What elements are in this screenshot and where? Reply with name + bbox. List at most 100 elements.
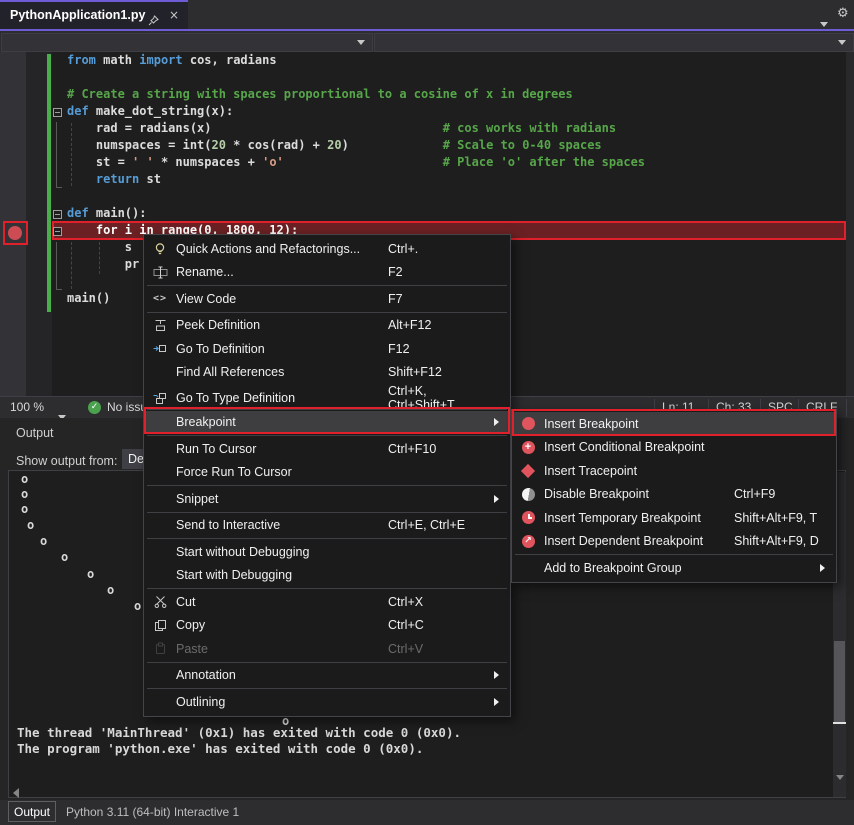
output-dot: o	[87, 568, 94, 580]
scrollbar-thumb[interactable]	[834, 641, 845, 723]
menu-separator	[147, 285, 507, 286]
zoom-level[interactable]: 100 %	[10, 397, 44, 418]
code-line[interactable]: numspaces = int(20 * cos(rad) + 20) # Sc…	[67, 138, 645, 155]
menu-item-start-with-debugging[interactable]: Start with Debugging	[144, 564, 510, 588]
menu-item-shortcut: Ctrl+.	[388, 242, 494, 256]
code-line[interactable]: st = ' ' * numspaces + 'o' # Place 'o' a…	[67, 155, 645, 172]
output-dot: o	[40, 535, 47, 547]
menu-item-insert-dependent-breakpoint[interactable]: ↗Insert Dependent BreakpointShift+Alt+F9…	[512, 530, 836, 554]
code-line[interactable]	[67, 70, 645, 87]
menu-item-shortcut: F12	[388, 342, 494, 356]
menu-item-label: Insert Conditional Breakpoint	[544, 440, 734, 454]
chevron-down-icon	[838, 40, 846, 45]
menu-item-shortcut: Ctrl+X	[388, 595, 494, 609]
menu-item-peek-definition[interactable]: Peek DefinitionAlt+F12	[144, 314, 510, 338]
outline-collapse-icon[interactable]	[53, 210, 62, 219]
outline-collapse-icon[interactable]	[53, 227, 62, 236]
menu-item-label: Snippet	[176, 492, 388, 506]
bp-cond-icon: +	[522, 441, 535, 454]
menu-item-insert-conditional-breakpoint[interactable]: + Insert Conditional Breakpoint	[512, 436, 836, 460]
menu-item-label: Start without Debugging	[176, 545, 388, 559]
viewcode-icon: <>	[153, 293, 167, 304]
menu-item-annotation[interactable]: Annotation	[144, 664, 510, 688]
cut-icon	[154, 595, 167, 608]
bp-trace-icon	[523, 466, 533, 476]
menu-item-force-run-to-cursor[interactable]: Force Run To Cursor	[144, 461, 510, 485]
document-tab[interactable]: PythonApplication1.py ×	[0, 2, 188, 29]
outline-bracket-hook	[56, 289, 62, 290]
code-line[interactable]: rad = radians(x) # cos works with radian…	[67, 121, 645, 138]
menu-item-label: Send to Interactive	[176, 518, 388, 532]
output-dot: o	[107, 584, 114, 596]
output-dot: o	[134, 600, 141, 612]
close-tab-icon[interactable]: ×	[169, 2, 179, 29]
menu-item-find-all-references[interactable]: Find All ReferencesShift+F12	[144, 361, 510, 385]
menu-item-disable-breakpoint[interactable]: Disable BreakpointCtrl+F9	[512, 483, 836, 507]
menu-item-insert-temporary-breakpoint[interactable]: Insert Temporary BreakpointShift+Alt+F9,…	[512, 506, 836, 530]
code-line[interactable]: # Create a string with spaces proportion…	[67, 87, 645, 104]
menu-item-copy[interactable]: CopyCtrl+C	[144, 614, 510, 638]
annotation-box-breakpoint-glyph	[3, 221, 28, 245]
code-line[interactable]: def make_dot_string(x):	[67, 104, 645, 121]
output-log-line: The thread 'MainThread' (0x1) has exited…	[17, 725, 461, 741]
code-line[interactable]: return st	[67, 172, 645, 189]
menu-item-label: Force Run To Cursor	[176, 465, 388, 479]
member-dropdown[interactable]	[374, 33, 854, 52]
menu-item-shortcut: Shift+Alt+F9, D	[734, 534, 820, 548]
editor-vertical-scrollbar[interactable]	[846, 52, 854, 396]
menu-item-label: Add to Breakpoint Group	[544, 561, 734, 575]
menu-item-go-to-definition[interactable]: Go To DefinitionF12	[144, 337, 510, 361]
outline-collapse-icon[interactable]	[53, 108, 62, 117]
editor-context-menu: Quick Actions and Refactorings...Ctrl+.R…	[143, 234, 511, 717]
code-line[interactable]: from math import cos, radians	[67, 53, 645, 70]
tab-python-interactive[interactable]: Python 3.11 (64-bit) Interactive 1	[66, 800, 239, 824]
chevron-down-icon	[357, 40, 365, 45]
code-line[interactable]: def main():	[67, 206, 645, 223]
menu-item-rename[interactable]: Rename...F2	[144, 261, 510, 285]
output-dot: o	[21, 473, 28, 485]
menu-item-label: View Code	[176, 292, 388, 306]
bp-temp-icon	[522, 511, 535, 524]
menu-item-start-without-debugging[interactable]: Start without Debugging	[144, 540, 510, 564]
menu-separator	[147, 512, 507, 513]
menu-item-label: Rename...	[176, 265, 388, 279]
menu-separator	[147, 312, 507, 313]
menu-item-shortcut: Ctrl+E, Ctrl+E	[388, 518, 494, 532]
show-output-from-label: Show output from:	[16, 454, 117, 468]
menu-item-go-to-type-definition[interactable]: Go To Type DefinitionCtrl+K, Ctrl+Shift+…	[144, 384, 510, 408]
menu-item-insert-tracepoint[interactable]: Insert Tracepoint	[512, 459, 836, 483]
menu-item-add-to-breakpoint-group[interactable]: Add to Breakpoint Group	[512, 556, 836, 580]
menu-item-run-to-cursor[interactable]: Run To CursorCtrl+F10	[144, 437, 510, 461]
menu-item-paste[interactable]: PasteCtrl+V	[144, 637, 510, 661]
menu-item-snippet[interactable]: Snippet	[144, 487, 510, 511]
menu-item-shortcut: Alt+F12	[388, 318, 494, 332]
gear-icon[interactable]: ⚙	[837, 6, 849, 22]
menu-item-label: Start with Debugging	[176, 568, 388, 582]
outline-bracket[interactable]	[56, 122, 57, 188]
outline-bracket[interactable]	[56, 242, 57, 290]
change-tracking-bar	[47, 54, 51, 312]
code-line[interactable]	[67, 189, 645, 206]
menu-separator	[147, 485, 507, 486]
menu-item-cut[interactable]: CutCtrl+X	[144, 590, 510, 614]
menu-item-shortcut: Ctrl+F10	[388, 442, 494, 456]
submenu-arrow-icon	[494, 492, 499, 506]
scroll-down-icon[interactable]	[836, 767, 844, 785]
bulb-icon	[153, 242, 167, 256]
menu-item-view-code[interactable]: <>View CodeF7	[144, 287, 510, 311]
scrollbar-position-marker	[833, 722, 846, 724]
menu-item-shortcut: Shift+Alt+F9, T	[734, 511, 820, 525]
tab-output[interactable]: Output	[8, 801, 56, 822]
menu-item-outlining[interactable]: Outlining	[144, 690, 510, 714]
menu-item-quick-actions-and-refactorings[interactable]: Quick Actions and Refactorings...Ctrl+.	[144, 237, 510, 261]
submenu-arrow-icon	[494, 668, 499, 682]
menu-separator	[147, 538, 507, 539]
menu-item-send-to-interactive[interactable]: Send to InteractiveCtrl+E, Ctrl+E	[144, 514, 510, 538]
visual-studio-window: PythonApplication1.py × ⚙ from math imp	[0, 0, 854, 825]
menu-separator	[147, 662, 507, 663]
menu-item-label: Paste	[176, 642, 388, 656]
menu-item-shortcut: F2	[388, 265, 494, 279]
type-dropdown[interactable]	[1, 33, 373, 52]
menu-item-label: Run To Cursor	[176, 442, 388, 456]
menu-item-label: Peek Definition	[176, 318, 388, 332]
